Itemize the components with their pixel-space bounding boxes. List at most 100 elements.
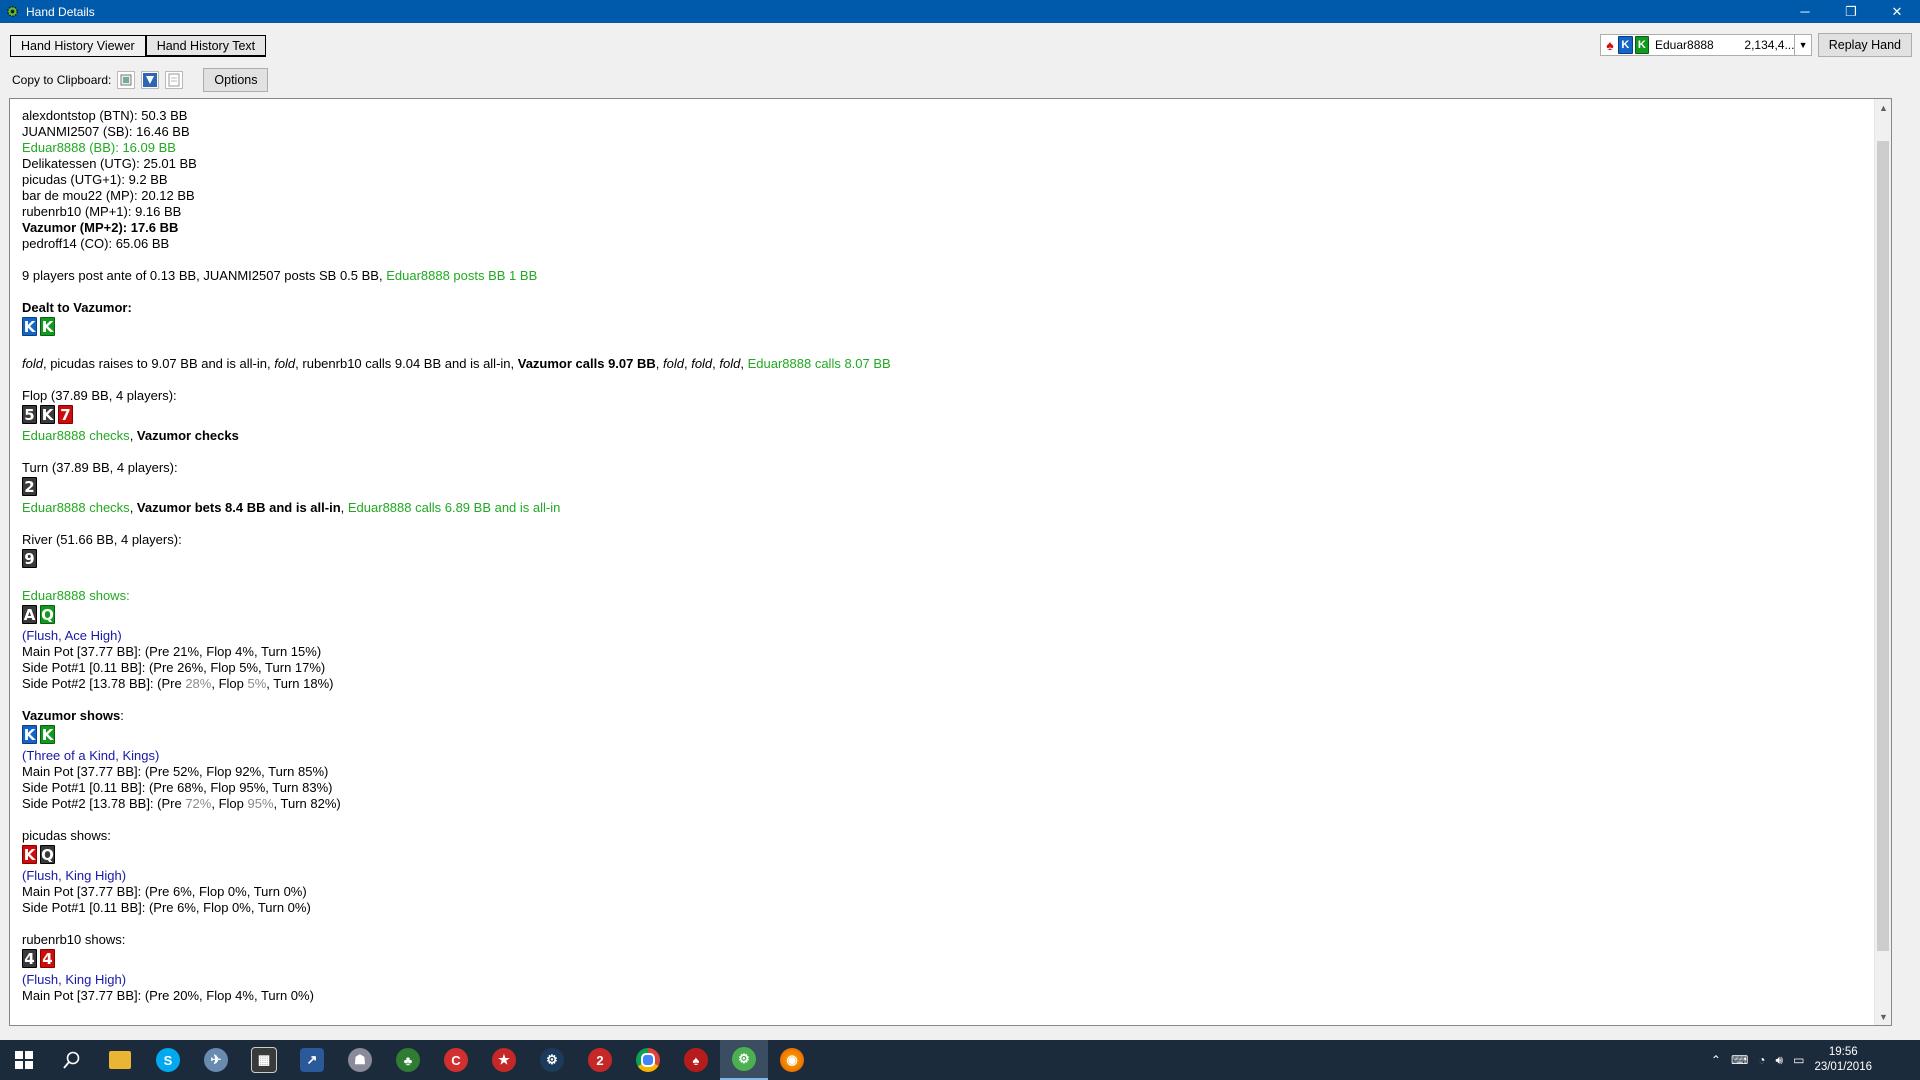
- app-icon[interactable]: ✈: [192, 1040, 240, 1080]
- river-card: 9: [22, 549, 1861, 568]
- card: K: [22, 845, 37, 864]
- flop-label: Flop (37.89 BB, 4 players):: [22, 388, 177, 403]
- equity-main-pot: Main Pot [37.77 BB]: (Pre 20%, Flop 4%, …: [22, 988, 314, 1003]
- antes-line: 9 players post ante of 0.13 BB, JUANMI25…: [22, 268, 538, 283]
- hand-rank: (Three of a Kind, Kings): [22, 748, 160, 763]
- player-line: pedroff14 (CO): 65.06 BB: [22, 236, 170, 251]
- player-line: rubenrb10 (MP+1): 9.16 BB: [22, 204, 182, 219]
- card: K: [22, 317, 37, 336]
- hand-rank: (Flush, Ace High): [22, 628, 122, 643]
- selected-player-name: Eduar8888: [1655, 38, 1714, 52]
- card: 4: [22, 949, 37, 968]
- equity-side-pot-1: Side Pot#1 [0.11 BB]: (Pre 26%, Flop 5%,…: [22, 660, 326, 675]
- scroll-down-icon[interactable]: ▼: [1875, 1008, 1891, 1025]
- steam-icon[interactable]: ⚙: [528, 1040, 576, 1080]
- player-dropdown[interactable]: ♠ K K Eduar8888 2,134,4... ▼: [1599, 34, 1812, 56]
- search-icon[interactable]: [48, 1040, 96, 1080]
- app-gear-icon: [4, 4, 20, 20]
- clipboard-label: Copy to Clipboard:: [12, 73, 112, 87]
- card: K: [40, 317, 55, 336]
- maximize-button[interactable]: ❐: [1828, 0, 1874, 23]
- notification-icon[interactable]: ▭: [1793, 1053, 1804, 1067]
- poker-tool-icon[interactable]: ☗: [336, 1040, 384, 1080]
- scroll-up-icon[interactable]: ▲: [1875, 99, 1891, 116]
- scrollbar-thumb[interactable]: [1877, 141, 1889, 951]
- network-icon[interactable]: ◔: [1758, 1053, 1765, 1067]
- player-line: Delikatessen (UTG): 25.01 BB: [22, 156, 197, 171]
- clock[interactable]: 19:56 23/01/2016: [1814, 1045, 1872, 1075]
- showdown-player: Vazumor shows:: [22, 708, 124, 723]
- calculator-icon[interactable]: ▦: [240, 1040, 288, 1080]
- copy-image-icon[interactable]: [117, 71, 136, 89]
- equity-side-pot-2: Side Pot#2 [13.78 BB]: (Pre 28%, Flop 5%…: [22, 676, 334, 691]
- player-line: bar de mou22 (MP): 20.12 BB: [22, 188, 195, 203]
- showdown-player: picudas shows:: [22, 828, 111, 843]
- river-label: River (51.66 BB, 4 players):: [22, 532, 182, 547]
- showdown-player: Eduar8888 shows:: [22, 588, 130, 603]
- replay-hand-button[interactable]: Replay Hand: [1817, 33, 1912, 57]
- hand-history-text-panel[interactable]: alexdontstop (BTN): 50.3 BB JUANMI2507 (…: [9, 98, 1892, 1026]
- player-line: picudas (UTG+1): 9.2 BB: [22, 172, 168, 187]
- card: 9: [22, 549, 37, 568]
- taskbar: S ✈ ▦ ↗ ☗ ♣ C ★ ⚙ 2 ♠ ⚙ ◉ ⌃ ⌨ ◔ 🔊︎ ▭ 19:…: [0, 1040, 1920, 1080]
- card: 2: [22, 477, 37, 496]
- card-icon: K: [1618, 36, 1633, 54]
- showdown-player: rubenrb10 shows:: [22, 932, 126, 947]
- file-explorer-icon[interactable]: [96, 1040, 144, 1080]
- dealt-label: Dealt to Vazumor:: [22, 300, 132, 315]
- hand-rank: (Flush, King High): [22, 972, 127, 987]
- clock-date: 23/01/2016: [1814, 1061, 1872, 1073]
- player-line: alexdontstop (BTN): 50.3 BB: [22, 108, 188, 123]
- chart-app-icon[interactable]: ↗: [288, 1040, 336, 1080]
- player-line-selected: Vazumor (MP+2): 17.6 BB: [22, 220, 179, 235]
- copy-forum-icon[interactable]: [141, 71, 160, 89]
- close-button[interactable]: ✕: [1874, 0, 1920, 23]
- pokerstars-client-icon[interactable]: ♠: [672, 1040, 720, 1080]
- volume-icon[interactable]: 🔊︎: [1776, 1053, 1784, 1068]
- start-windows-icon[interactable]: [0, 1040, 48, 1080]
- player-line-hero: Eduar8888 (BB): 16.09 BB: [22, 140, 176, 155]
- minimize-button[interactable]: ─: [1782, 0, 1828, 23]
- card: K: [22, 725, 37, 744]
- showdown-cards: 4 4: [22, 949, 1861, 968]
- options-button[interactable]: Options: [203, 68, 269, 92]
- card-icon: K: [1634, 36, 1649, 54]
- card: 4: [40, 949, 55, 968]
- vertical-scrollbar[interactable]: ▲ ▼: [1874, 99, 1891, 1025]
- tab-hand-history-text[interactable]: Hand History Text: [145, 35, 267, 57]
- app-2-icon[interactable]: 2: [576, 1040, 624, 1080]
- chrome-icon[interactable]: [624, 1040, 672, 1080]
- skype-icon[interactable]: S: [144, 1040, 192, 1080]
- poker-room-icon[interactable]: ♣: [384, 1040, 432, 1080]
- firefox-icon[interactable]: ◉: [768, 1040, 816, 1080]
- hand-tools: ♠ K K Eduar8888 2,134,4... ▼ Replay Hand: [1599, 33, 1912, 57]
- showdown-cards: K K: [22, 725, 1861, 744]
- keyboard-icon[interactable]: ⌨: [1731, 1053, 1748, 1067]
- turn-card: 2: [22, 477, 1861, 496]
- flop-cards: 5 K 7: [22, 405, 1861, 424]
- card: A: [22, 605, 37, 624]
- cleaner-icon[interactable]: C: [432, 1040, 480, 1080]
- tab-hand-history-viewer[interactable]: Hand History Viewer: [10, 35, 146, 57]
- player-line: JUANMI2507 (SB): 16.46 BB: [22, 124, 190, 139]
- equity-side-pot-2: Side Pot#2 [13.78 BB]: (Pre 72%, Flop 95…: [22, 796, 341, 811]
- hand-details-app-icon[interactable]: ⚙: [720, 1040, 768, 1080]
- showdown-cards: A Q: [22, 605, 1861, 624]
- action-center-icon[interactable]: [1890, 1050, 1910, 1070]
- pokerstars-icon: ♠: [1606, 37, 1614, 53]
- pokerstars-icon[interactable]: ★: [480, 1040, 528, 1080]
- copy-text-icon[interactable]: [165, 71, 184, 89]
- equity-side-pot-1: Side Pot#1 [0.11 BB]: (Pre 6%, Flop 0%, …: [22, 900, 311, 915]
- preflop-actions: fold, picudas raises to 9.07 BB and is a…: [22, 356, 891, 371]
- equity-main-pot: Main Pot [37.77 BB]: (Pre 21%, Flop 4%, …: [22, 644, 322, 659]
- view-tabs: Hand History Viewer Hand History Text: [10, 35, 267, 57]
- card: K: [40, 405, 55, 424]
- chevron-down-icon[interactable]: ▼: [1794, 35, 1810, 55]
- chevron-up-icon[interactable]: ⌃: [1711, 1053, 1721, 1067]
- clipboard-toolbar: Copy to Clipboard: Options: [12, 68, 269, 92]
- window-title: Hand Details: [26, 4, 95, 19]
- title-bar: Hand Details ─ ❐ ✕: [0, 0, 1920, 23]
- turn-actions: Eduar8888 checks, Vazumor bets 8.4 BB an…: [22, 500, 561, 515]
- equity-side-pot-1: Side Pot#1 [0.11 BB]: (Pre 68%, Flop 95%…: [22, 780, 333, 795]
- hand-rank: (Flush, King High): [22, 868, 127, 883]
